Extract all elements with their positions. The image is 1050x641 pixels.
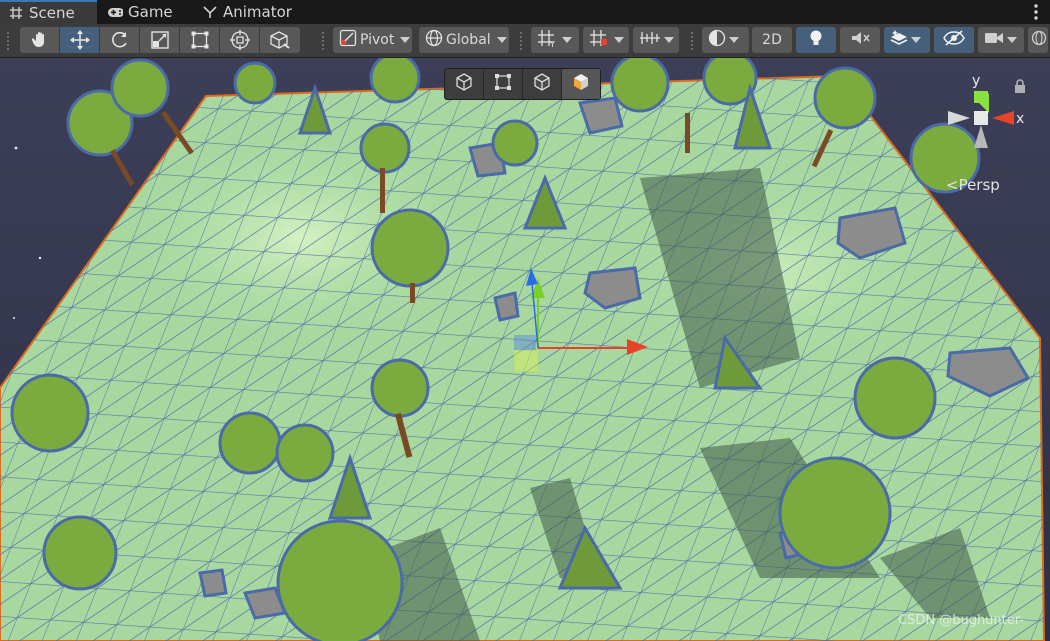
- chevron-down-icon: [664, 37, 674, 43]
- watermark: CSDN @bughunter-: [898, 613, 1024, 628]
- scene-visibility-toggle[interactable]: [934, 27, 974, 53]
- move-tool-button[interactable]: [60, 27, 100, 53]
- pivot-label: Pivot: [360, 32, 395, 48]
- mode-2d-toggle[interactable]: 2D: [752, 27, 792, 53]
- gamepad-icon: [107, 4, 123, 20]
- transform-tools-group: [20, 27, 300, 53]
- projection-label[interactable]: <Persp: [946, 176, 1000, 194]
- scale-icon: [150, 30, 170, 50]
- hand-icon: [30, 30, 50, 50]
- grid-snap-icon: Y: [537, 28, 559, 52]
- audio-muted-icon: [850, 30, 870, 50]
- pivot-icon: [339, 29, 357, 51]
- lighting-toggle[interactable]: [796, 27, 836, 53]
- rotate-tool-button[interactable]: [100, 27, 140, 53]
- shading-mode-dropdown[interactable]: [702, 27, 749, 53]
- cube-outline-icon: [532, 72, 552, 96]
- animator-icon: [202, 4, 218, 20]
- globe-icon: [425, 29, 443, 51]
- gizmos-dropdown[interactable]: [1028, 27, 1048, 53]
- move-arrows-icon: [69, 29, 91, 51]
- chevron-down-icon: [911, 37, 921, 43]
- custom-tool-icon: [269, 30, 291, 50]
- hand-tool-button[interactable]: [20, 27, 60, 53]
- chevron-down-icon: [400, 37, 411, 43]
- tab-game[interactable]: Game: [99, 0, 185, 24]
- gizmo-y-label: y: [972, 73, 980, 89]
- scene-grid-icon: [8, 5, 24, 21]
- effects-dropdown[interactable]: [884, 27, 930, 53]
- snap-settings-dropdown[interactable]: [583, 27, 629, 53]
- ruler-icon: [639, 29, 661, 51]
- overlay-tool-rect-select[interactable]: [484, 69, 523, 99]
- more-options-icon[interactable]: [1032, 3, 1040, 21]
- toolbar-separator: [691, 32, 693, 50]
- custom-tool-button[interactable]: [260, 27, 300, 53]
- effects-layers-icon: [890, 29, 908, 51]
- tab-bar: Scene Game Animator: [0, 0, 1050, 24]
- lightbulb-icon: [808, 29, 824, 51]
- toolbar-separator: [322, 32, 324, 50]
- cube-orange-face-icon: [571, 72, 591, 96]
- scene-toolbar: Pivot Global Y 2D: [0, 24, 1050, 58]
- overlay-tool-cube-wire[interactable]: [445, 69, 484, 99]
- eye-hidden-icon: [943, 30, 965, 50]
- rect-tool-button[interactable]: [180, 27, 220, 53]
- rotate-icon: [110, 30, 130, 50]
- toolbar-grip[interactable]: [7, 32, 9, 50]
- tab-animator-label: Animator: [223, 3, 292, 21]
- tab-game-label: Game: [128, 3, 173, 21]
- scene-render: [0, 58, 1046, 641]
- transform-tool-button[interactable]: [220, 27, 260, 53]
- overlay-tool-cube-face[interactable]: [562, 69, 600, 99]
- grid-snap-dropdown[interactable]: Y: [531, 27, 579, 53]
- chevron-down-icon: [729, 37, 739, 43]
- lock-icon[interactable]: [1014, 78, 1026, 97]
- pivot-dropdown[interactable]: Pivot: [333, 27, 412, 53]
- chevron-down-icon: [496, 37, 507, 43]
- camera-icon: [984, 31, 1004, 49]
- toolbar-separator: [520, 32, 522, 50]
- scene-viewport[interactable]: y x <Persp CSDN @bughunter-: [0, 58, 1050, 641]
- gizmos-globe-icon: [1031, 30, 1047, 50]
- gizmo-x-label: x: [1016, 111, 1024, 127]
- increment-snap-dropdown[interactable]: [633, 27, 679, 53]
- camera-settings-dropdown[interactable]: [978, 27, 1024, 53]
- global-dropdown[interactable]: Global: [419, 27, 509, 53]
- svg-text:Y: Y: [549, 40, 555, 48]
- global-label: Global: [446, 32, 491, 48]
- orientation-gizmo[interactable]: y x: [944, 73, 1044, 193]
- chevron-down-icon: [614, 37, 624, 43]
- tab-scene-label: Scene: [29, 4, 75, 22]
- scene-overlay-toolbar: [444, 68, 601, 100]
- mode-2d-label: 2D: [762, 32, 782, 48]
- chevron-down-icon: [562, 37, 572, 43]
- rect-transform-icon: [190, 30, 210, 50]
- overlay-tool-cube-outline[interactable]: [523, 69, 562, 99]
- shading-sphere-icon: [708, 29, 726, 51]
- rect-select-icon: [493, 72, 513, 96]
- transform-icon: [229, 29, 251, 51]
- cube-wire-icon: [454, 72, 474, 96]
- scale-tool-button[interactable]: [140, 27, 180, 53]
- chevron-down-icon: [1007, 37, 1017, 43]
- snap-magnet-icon: [589, 28, 611, 52]
- tab-scene[interactable]: Scene: [0, 0, 97, 24]
- audio-toggle[interactable]: [840, 27, 880, 53]
- tab-animator[interactable]: Animator: [194, 0, 298, 24]
